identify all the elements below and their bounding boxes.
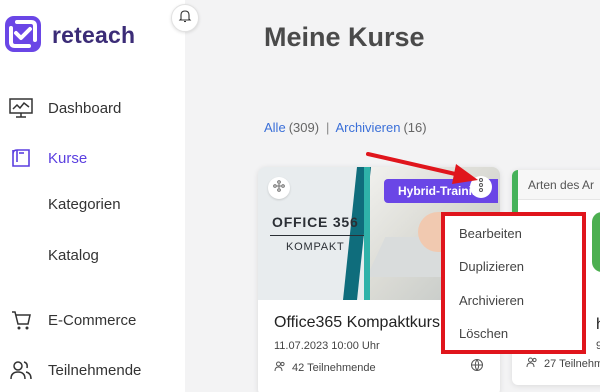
annotation-arrow-icon: [366, 152, 478, 184]
course-title[interactable]: Office365 Kompaktkurs: [274, 314, 442, 332]
card2-date-fragment: 9:: [596, 340, 600, 352]
card2-participants: 27 Teilnehmende: [526, 356, 600, 371]
dashboard-icon: [8, 95, 34, 121]
filter-archive-link[interactable]: Archivieren: [335, 120, 400, 135]
users-icon: [8, 357, 34, 383]
filter-all-count: (309): [288, 120, 320, 135]
card2-thumbnail: [592, 212, 600, 272]
sidebar-item-label: Dashboard: [48, 99, 122, 117]
filter-bar: Alle (309) | Archivieren (16): [264, 120, 427, 135]
thumbnail-divider: [270, 235, 364, 236]
menu-item-bearbeiten[interactable]: Bearbeiten: [459, 226, 522, 241]
course-options-menu: Bearbeiten Duplizieren Archivieren Lösch…: [441, 212, 586, 354]
book-icon: [8, 145, 34, 171]
menu-item-archivieren[interactable]: Archivieren: [459, 293, 524, 308]
sidebar-item-kategorien[interactable]: Kategorien: [0, 184, 185, 224]
sidebar-item-label: Katalog: [48, 246, 99, 264]
reteach-logo-icon[interactable]: [5, 16, 41, 52]
bell-icon: [178, 9, 192, 28]
filter-archive-count: (16): [403, 120, 427, 135]
notifications-button[interactable]: [171, 4, 199, 32]
sidebar-item-teilnehmende[interactable]: Teilnehmende: [0, 350, 185, 390]
participants-icon: [526, 356, 538, 371]
page-title: Meine Kurse: [264, 22, 425, 52]
move-icon: [272, 179, 286, 198]
thumbnail-subtitle: KOMPAKT: [286, 241, 345, 253]
globe-icon: [470, 358, 484, 372]
card2-title-fragment: hs: [596, 316, 600, 334]
sidebar-item-label: Kategorien: [48, 195, 121, 213]
menu-item-duplizieren[interactable]: Duplizieren: [459, 259, 524, 274]
sidebar-item-ecommerce[interactable]: E-Commerce: [0, 300, 185, 340]
course-date: 11.07.2023 10:00 Uhr: [274, 340, 380, 352]
card2-title: Arten des Ar: [528, 178, 595, 192]
drag-handle-button[interactable]: [268, 177, 290, 199]
sidebar-item-dashboard[interactable]: Dashboard: [0, 88, 185, 128]
course-participants: 42 Teilnehmende: [274, 360, 376, 375]
menu-item-loeschen[interactable]: Löschen: [459, 326, 508, 341]
sidebar-item-label: E-Commerce: [48, 311, 137, 329]
sidebar-item-kurse[interactable]: Kurse: [0, 138, 185, 178]
brand-name: reteach: [52, 22, 136, 48]
filter-separator: |: [326, 120, 330, 135]
sidebar-item-katalog[interactable]: Katalog: [0, 235, 185, 275]
cart-icon: [8, 307, 34, 333]
participants-count: 27 Teilnehmende: [544, 357, 600, 370]
sidebar: reteach Dashboard Kurse Kategorien Katal…: [0, 0, 185, 392]
participants-count: 42 Teilnehmende: [292, 361, 376, 374]
filter-all-link[interactable]: Alle: [264, 120, 286, 135]
sidebar-item-label: Teilnehmende: [48, 361, 142, 379]
participants-icon: [274, 360, 286, 375]
thumbnail-title: OFFICE 356: [272, 214, 359, 230]
sidebar-item-label: Kurse: [48, 149, 88, 167]
